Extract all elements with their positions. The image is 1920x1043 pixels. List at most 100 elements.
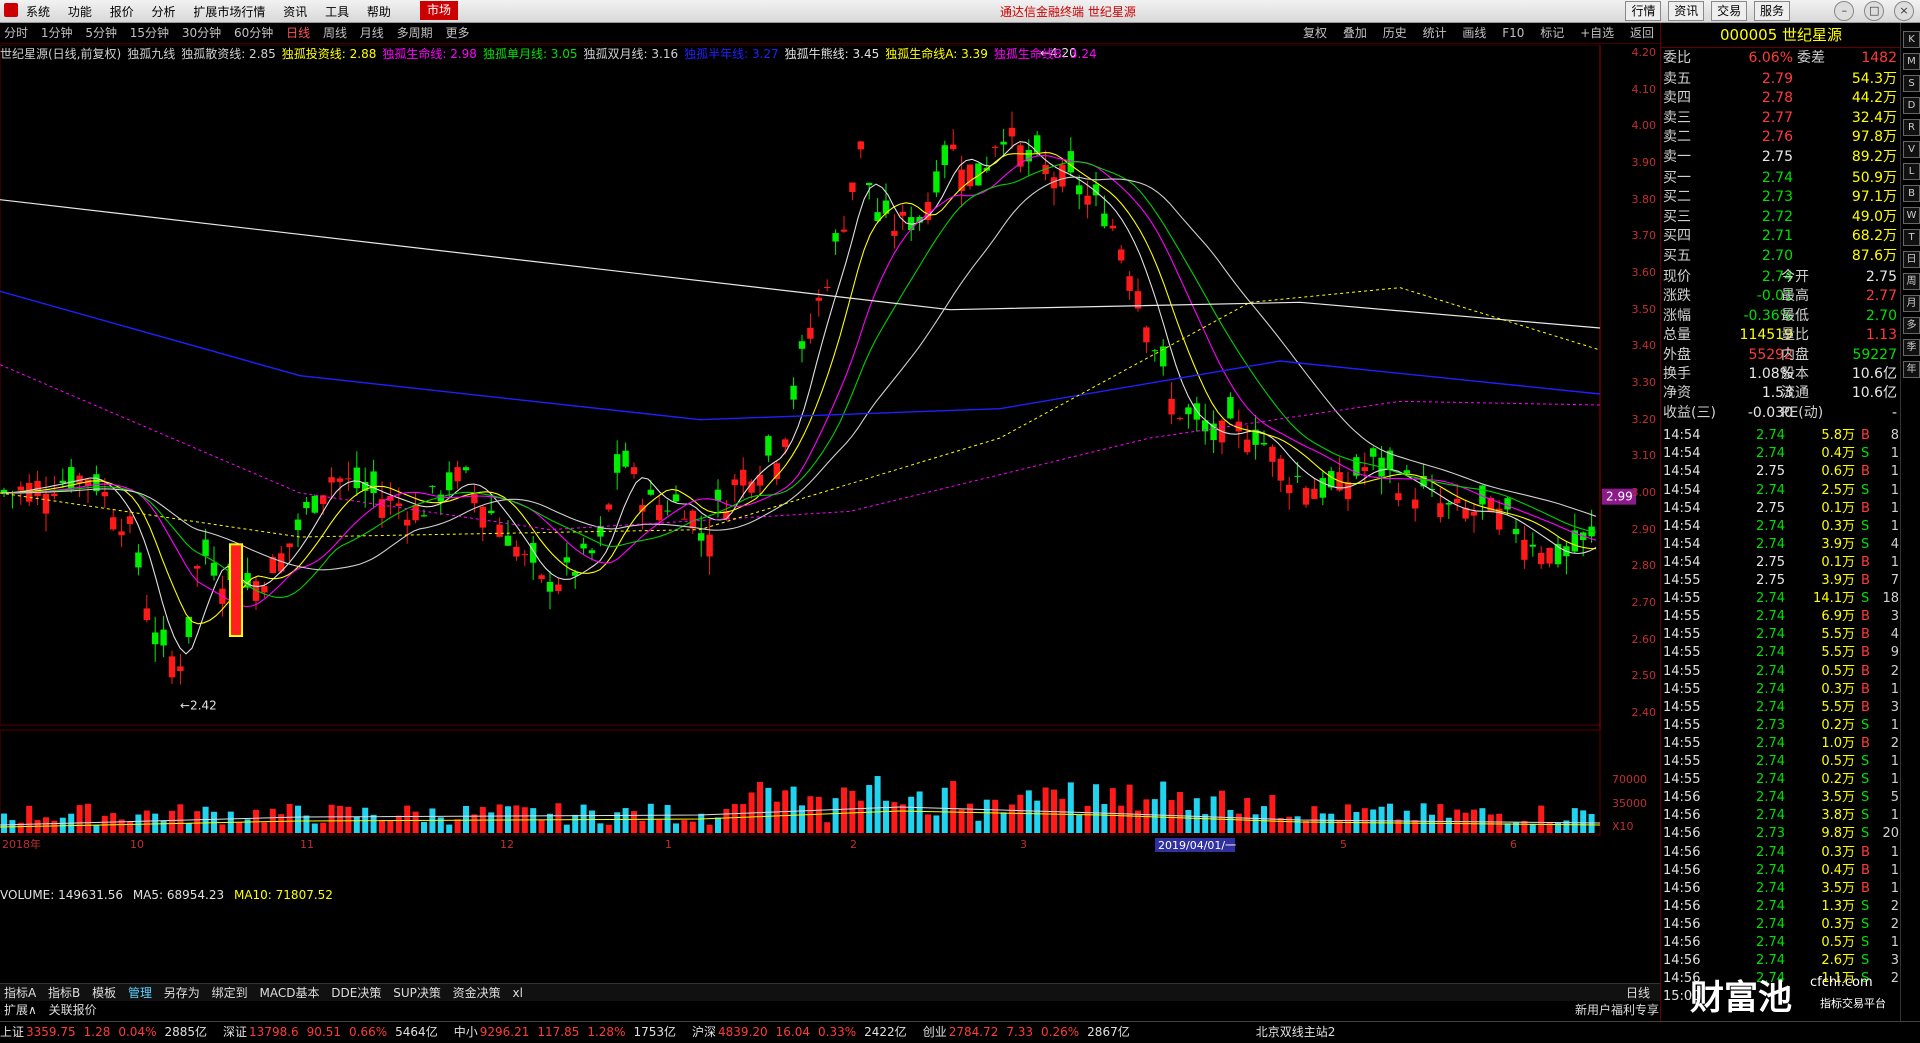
- quote-button[interactable]: 行情: [1625, 1, 1662, 21]
- tab-xl[interactable]: xl: [509, 984, 527, 1002]
- sidebar-tool-icon[interactable]: 月: [1903, 295, 1920, 312]
- maximize-icon[interactable]: □: [1864, 1, 1885, 21]
- tick-volume: 0.1万: [1821, 500, 1855, 516]
- tab-sup[interactable]: SUP决策: [389, 984, 445, 1002]
- period-multi[interactable]: 多周期: [397, 23, 433, 43]
- tab-related-quote[interactable]: 关联报价: [45, 1003, 101, 1017]
- fuquan-button[interactable]: 复权: [1303, 23, 1327, 43]
- index-item[interactable]: 中小 9296.21 117.85 1.28% 1753亿: [454, 1025, 684, 1039]
- row-volume: 97.8万: [1851, 129, 1897, 146]
- app-icon[interactable]: [4, 3, 18, 17]
- sidebar-tool-icon[interactable]: 多: [1903, 317, 1920, 334]
- period-fenshi[interactable]: 分时: [4, 23, 28, 43]
- volume-bar: [1395, 819, 1402, 833]
- candle-body: [177, 666, 184, 672]
- mark-button[interactable]: 标记: [1540, 23, 1564, 43]
- overlay-button[interactable]: 叠加: [1343, 23, 1367, 43]
- market-tab[interactable]: 市场: [420, 1, 459, 20]
- quote-value-2: 2.77: [1865, 288, 1897, 305]
- menu-analysis[interactable]: 分析: [152, 3, 176, 20]
- bid-row: 买一 2.74 50.9万: [1663, 169, 1899, 188]
- index-item[interactable]: 沪深 4839.20 16.04 0.33% 2422亿: [692, 1025, 915, 1039]
- volume-bar: [1546, 822, 1553, 833]
- index-change: 90.51: [306, 1025, 342, 1039]
- stock-title[interactable]: 000005 世纪星源: [1661, 23, 1901, 48]
- sidebar-tool-icon[interactable]: 周: [1903, 273, 1920, 290]
- menu-ext-market[interactable]: 扩展市场行情: [193, 3, 265, 20]
- stats-button[interactable]: 统计: [1423, 23, 1447, 43]
- trade-button[interactable]: 交易: [1711, 1, 1748, 21]
- period-more[interactable]: 更多: [445, 23, 469, 43]
- period-5min[interactable]: 5分钟: [85, 23, 117, 43]
- sidebar-tool-icon[interactable]: B: [1903, 185, 1920, 202]
- volume-bar: [1269, 795, 1276, 833]
- index-item[interactable]: 创业 2784.72 7.33 0.26% 2867亿: [923, 1025, 1138, 1039]
- row-price: 2.76: [1761, 129, 1793, 146]
- candle-body: [731, 479, 738, 486]
- period-30min[interactable]: 30分钟: [182, 23, 221, 43]
- menu-help[interactable]: 帮助: [367, 3, 391, 20]
- sidebar-tool-icon[interactable]: R: [1903, 119, 1920, 136]
- new-user-promo[interactable]: 新用户福利专享: [1575, 1001, 1659, 1019]
- kline-chart[interactable]: ←4.20←2.422.997000035000X102018年 10 11 12 1 2…: [0, 45, 1660, 885]
- sidebar-tool-icon[interactable]: T: [1903, 229, 1920, 246]
- candle-body: [513, 546, 520, 557]
- tab-manage[interactable]: 管理: [124, 984, 156, 1002]
- tab-fund[interactable]: 资金决策: [449, 984, 505, 1002]
- back-button[interactable]: 返回: [1630, 23, 1654, 43]
- index-change: 16.04: [775, 1025, 811, 1039]
- candle-body: [1244, 439, 1251, 453]
- tick-count: 1: [1890, 554, 1899, 570]
- index-item[interactable]: 深证 13798.6 90.51 0.66% 5464亿: [223, 1025, 446, 1039]
- index-item[interactable]: 上证 3359.75 1.28 0.04% 2885亿: [0, 1025, 215, 1039]
- sidebar-tool-icon[interactable]: D: [1903, 97, 1920, 114]
- sidebar-tool-icon[interactable]: W: [1903, 207, 1920, 224]
- menu-news[interactable]: 资讯: [283, 3, 307, 20]
- menu-tools[interactable]: 工具: [325, 3, 349, 20]
- sidebar-tool-icon[interactable]: 季: [1903, 339, 1920, 356]
- f10-button[interactable]: F10: [1502, 23, 1524, 43]
- candle-body: [1286, 484, 1293, 494]
- period-weekly[interactable]: 周线: [323, 23, 347, 43]
- period-1min[interactable]: 1分钟: [41, 23, 73, 43]
- tab-indicator-b[interactable]: 指标B: [44, 984, 84, 1002]
- volume-bar: [1311, 806, 1318, 833]
- add-watchlist-button[interactable]: +自选: [1580, 23, 1614, 43]
- history-button[interactable]: 历史: [1383, 23, 1407, 43]
- close-icon[interactable]: ×: [1894, 1, 1914, 21]
- period-daily[interactable]: 日线: [286, 23, 310, 43]
- news-button[interactable]: 资讯: [1668, 1, 1705, 21]
- tab-extend[interactable]: 扩展∧: [0, 1003, 41, 1017]
- row-label: 卖一: [1663, 148, 1691, 165]
- index-name: 中小: [453, 1025, 478, 1039]
- tick-price: 2.74: [1756, 446, 1785, 462]
- server-name[interactable]: 北京双线主站2: [1256, 1025, 1336, 1039]
- tab-save-as[interactable]: 另存为: [160, 984, 204, 1002]
- sidebar-tool-icon[interactable]: S: [1903, 75, 1920, 92]
- service-button[interactable]: 服务: [1753, 1, 1790, 21]
- menu-quote[interactable]: 报价: [110, 3, 134, 20]
- tick-row: 14:55 2.74 14.1万 S 18: [1663, 590, 1899, 608]
- sidebar-tool-icon[interactable]: V: [1903, 141, 1920, 158]
- quote-row: 净资 1.53 流通 10.6亿: [1663, 384, 1899, 403]
- sidebar-tool-icon[interactable]: L: [1903, 163, 1920, 180]
- tab-dde[interactable]: DDE决策: [327, 984, 385, 1002]
- sidebar-tool-icon[interactable]: 日: [1903, 251, 1920, 268]
- sidebar-tool-icon[interactable]: M: [1903, 53, 1920, 70]
- menu-system[interactable]: 系统: [26, 3, 50, 20]
- tab-template[interactable]: 模板: [88, 984, 120, 1002]
- tab-macd[interactable]: MACD基本: [255, 984, 323, 1002]
- minimize-icon[interactable]: –: [1834, 1, 1855, 21]
- draw-button[interactable]: 画线: [1462, 23, 1486, 43]
- tab-bind-to[interactable]: 绑定到: [208, 984, 252, 1002]
- sidebar-tool-icon[interactable]: 年: [1903, 361, 1920, 378]
- period-15min[interactable]: 15分钟: [130, 23, 169, 43]
- tab-indicator-a[interactable]: 指标A: [0, 984, 40, 1002]
- index-name: 上证: [0, 1025, 25, 1039]
- menu-function[interactable]: 功能: [68, 3, 92, 20]
- period-60min[interactable]: 60分钟: [234, 23, 273, 43]
- candle-body: [0, 489, 8, 493]
- tick-direction: B: [1861, 573, 1870, 588]
- period-monthly[interactable]: 月线: [360, 23, 384, 43]
- sidebar-tool-icon[interactable]: K: [1903, 31, 1920, 48]
